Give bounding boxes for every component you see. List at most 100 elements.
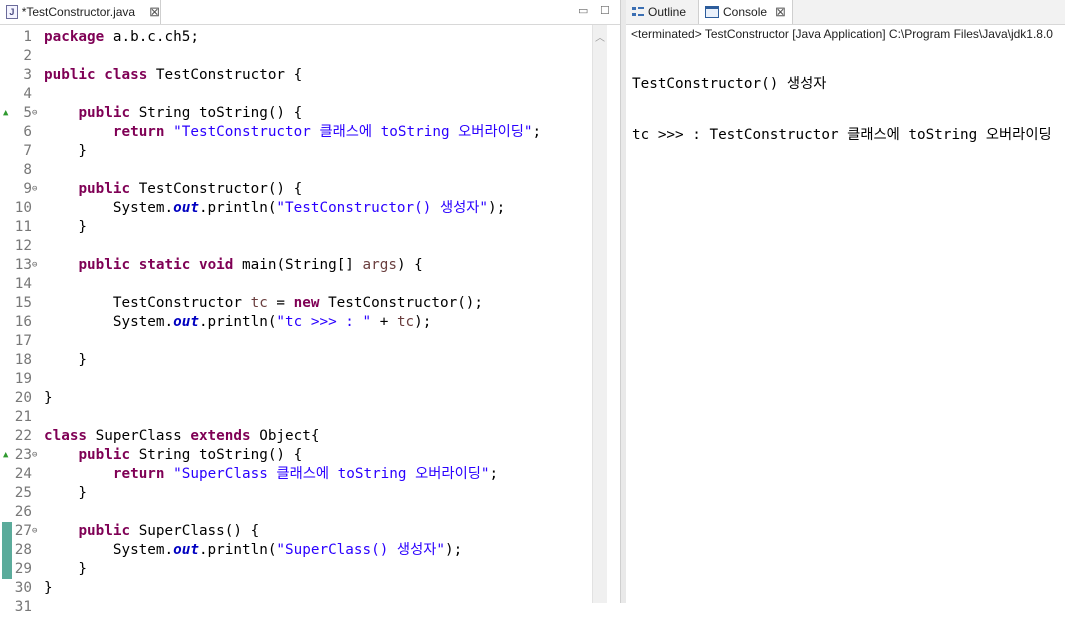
code-token: ) {: [396, 257, 423, 273]
code-line: 29 }: [0, 560, 592, 579]
code-line: 26: [0, 503, 592, 522]
line-number: 31: [14, 599, 32, 615]
code-line: 21: [0, 408, 592, 427]
code-line: 24 return "SuperClass 클래스에 toString 오버라이…: [0, 465, 592, 484]
change-marker: [2, 541, 12, 560]
scroll-up-icon[interactable]: ︿: [595, 29, 605, 44]
line-number: 6: [23, 124, 32, 140]
code-token: =: [267, 295, 294, 311]
line-number: 7: [23, 143, 32, 159]
line-number: 14: [14, 276, 32, 292]
fold-toggle-icon[interactable]: ⊖: [32, 256, 37, 275]
code-token: main(String[]: [233, 257, 363, 273]
code-text: System.out.println("TestConstructor() 생성…: [44, 199, 505, 218]
code-line: ▲ 5 ⊖ public String toString() {: [0, 104, 592, 123]
line-number: 9: [23, 181, 32, 197]
code-line: 27 ⊖ public SuperClass() {: [0, 522, 592, 541]
code-line: 7 }: [0, 142, 592, 161]
code-token: }: [44, 580, 53, 596]
code-token: .println(: [198, 200, 277, 216]
code-line: ▲ 23 ⊖ public String toString() {: [0, 446, 592, 465]
code-token: args: [362, 257, 397, 273]
tab-outline[interactable]: Outline: [632, 0, 686, 24]
code-line: 6 return "TestConstructor 클래스에 toString …: [0, 123, 592, 142]
code-text: return "TestConstructor 클래스에 toString 오버…: [44, 123, 541, 142]
code-token: TestConstructor();: [319, 295, 484, 311]
code-line: 16 System.out.println("tc >>> : " + tc);: [0, 313, 592, 332]
code-token: TestConstructor: [44, 295, 251, 311]
line-number: 24: [14, 466, 32, 482]
fold-toggle-icon[interactable]: ⊖: [32, 104, 37, 123]
code-line: 4: [0, 85, 592, 104]
code-line: 1 package a.b.c.ch5;: [0, 28, 592, 47]
line-number: 1: [23, 29, 32, 45]
code-token: tc: [250, 295, 268, 311]
code-token: SuperClass: [87, 428, 191, 444]
code-text-area[interactable]: 1 package a.b.c.ch5; 2 3 public class TestCo…: [0, 28, 592, 617]
close-icon[interactable]: ⊠: [775, 4, 786, 20]
tab-label: *TestConstructor.java: [21, 5, 136, 19]
code-line: 19: [0, 370, 592, 389]
code-line: 20}: [0, 389, 592, 408]
line-number: 17: [14, 333, 32, 349]
code-token: }: [44, 485, 88, 501]
code-token: static: [138, 257, 191, 273]
code-token: TestConstructor {: [147, 67, 303, 83]
code-text: public String toString() {: [44, 446, 302, 465]
tab-testconstructor-java[interactable]: J *TestConstructor.java ⊠: [0, 0, 161, 24]
code-text: package a.b.c.ch5;: [44, 28, 199, 47]
code-token: .println(: [198, 314, 277, 330]
line-number: 27: [14, 523, 32, 539]
code-token: out: [173, 542, 199, 558]
console-icon: [705, 6, 719, 18]
code-line: 3 public class TestConstructor {: [0, 66, 592, 85]
line-number: 25: [14, 485, 32, 501]
code-token: SuperClass() {: [130, 523, 260, 539]
code-line: 13 ⊖ public static void main(String[] arg…: [0, 256, 592, 275]
line-number: 21: [14, 409, 32, 425]
line-number: 11: [14, 219, 32, 235]
code-token: "TestConstructor 클래스에 toString 오버라이딩": [173, 124, 533, 140]
close-icon[interactable]: ⊠: [149, 4, 160, 20]
code-line: 12: [0, 237, 592, 256]
code-line: 14: [0, 275, 592, 294]
line-number: 2: [23, 48, 32, 64]
view-tab-bar: Outline Console ⊠: [626, 0, 1065, 25]
code-token: }: [44, 143, 88, 159]
code-token: return: [112, 466, 165, 482]
tab-console[interactable]: Console ⊠: [698, 0, 793, 24]
code-token: public: [78, 257, 131, 273]
code-text: public static void main(String[] args) {: [44, 256, 423, 275]
fold-toggle-icon[interactable]: ⊖: [32, 446, 37, 465]
console-pane: Outline Console ⊠ <terminated> TestConst…: [626, 0, 1065, 603]
code-token: package: [44, 29, 105, 45]
code-token: ;: [532, 124, 542, 140]
line-number: 29: [14, 561, 32, 577]
console-line: TestConstructor() 생성자: [632, 76, 827, 92]
code-token: public: [78, 523, 131, 539]
code-text: }: [44, 389, 53, 408]
minimize-icon[interactable]: ▭: [578, 4, 588, 17]
console-output[interactable]: TestConstructor() 생성자 tc >>> : TestConst…: [626, 43, 1065, 177]
line-number: 23: [14, 447, 32, 463]
fold-toggle-icon[interactable]: ⊖: [32, 522, 37, 541]
change-marker: [2, 522, 12, 541]
code-token: tc: [396, 314, 415, 330]
code-token: a.b.c.ch5;: [104, 29, 199, 45]
code-token: }: [44, 352, 88, 368]
code-token: }: [44, 561, 88, 577]
maximize-icon[interactable]: ☐: [600, 4, 610, 17]
vertical-scrollbar[interactable]: ︿: [592, 25, 607, 603]
code-line: 2: [0, 47, 592, 66]
code-text: }: [44, 579, 53, 598]
fold-toggle-icon[interactable]: ⊖: [32, 180, 37, 199]
code-line: 10 System.out.println("TestConstructor()…: [0, 199, 592, 218]
code-token: new: [293, 295, 320, 311]
code-line: 18 }: [0, 351, 592, 370]
code-editor-pane: J *TestConstructor.java ⊠ ▭ ☐ 1 package a…: [0, 0, 620, 615]
